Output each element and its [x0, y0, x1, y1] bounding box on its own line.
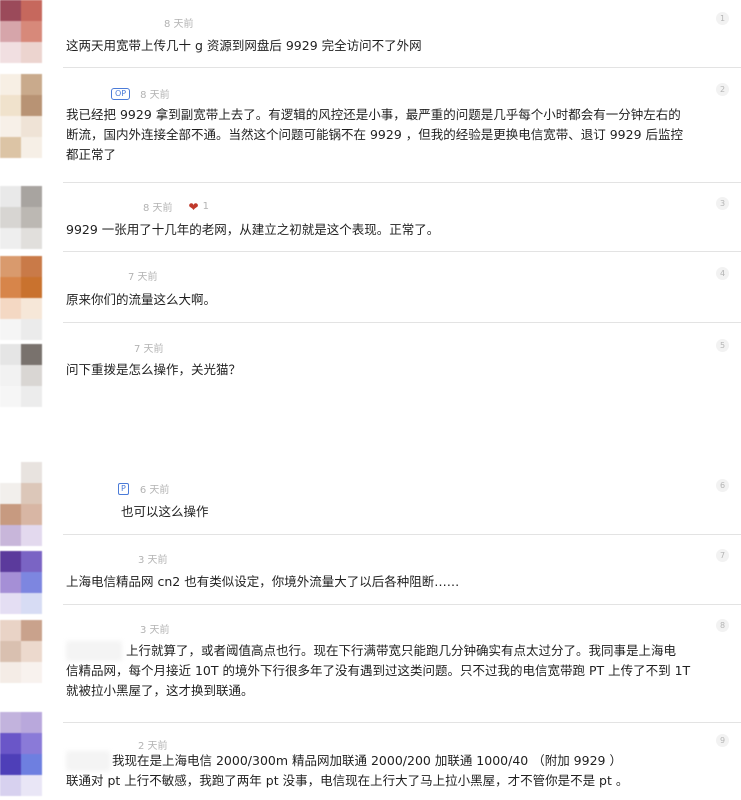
like-count: 1 [202, 201, 209, 212]
reply-item: 7 天前 4 原来你们的流量这么大啊。 [63, 252, 741, 323]
reply-item: 8 天前 1 这两天用宽带上传几十 g 资源到网盘后 9929 完全访问不了外网 [63, 0, 741, 68]
reply-time: 8 天前 [140, 90, 170, 101]
reply-time: 7 天前 [134, 344, 164, 355]
avatar[interactable] [0, 620, 63, 683]
reply-item: P 6 天前 6 也可以这么操作 [63, 470, 741, 535]
reply-content: 也可以这么操作 [121, 504, 209, 519]
op-badge: OP [111, 87, 131, 100]
reply-time: 3 天前 [140, 625, 170, 636]
floor-number: 5 [716, 339, 729, 352]
avatar[interactable] [0, 256, 63, 340]
avatar[interactable] [0, 462, 63, 546]
reply-time: 8 天前 [143, 203, 173, 214]
heart-icon[interactable]: ❤ [189, 201, 199, 213]
avatar[interactable] [0, 712, 63, 800]
avatar[interactable] [0, 0, 63, 63]
avatar[interactable] [0, 551, 63, 614]
reply-item: 8 天前 ❤ 1 3 9929 一张用了十几年的老网，从建立之初就是这个表现。正… [63, 183, 741, 252]
reply-time: 8 天前 [164, 19, 194, 30]
reply-content: 上海电信精品网 cn2 也有类似设定，你境外流量大了以后各种阻断…… [66, 574, 460, 589]
reply-content: 原来你们的流量这么大啊。 [66, 292, 217, 307]
floor-number: 8 [716, 619, 729, 632]
reply-item: OP 8 天前 2 我已经把 9929 拿到副宽带上去了。有逻辑的风控还是小事，… [63, 68, 741, 183]
avatar[interactable] [0, 74, 63, 158]
floor-number: 6 [716, 479, 729, 492]
floor-number: 2 [716, 83, 729, 96]
reply-content: 问下重拨是怎么操作，关光猫？ [66, 362, 242, 377]
avatar[interactable] [0, 186, 63, 249]
floor-number: 9 [716, 734, 729, 747]
reply-content: 我现在是上海电信 2000/300m 精品网加联通 2000/200 加联通 1… [66, 753, 629, 788]
reply-content: 上行就算了，或者阈值高点也行。现在下行满带宽只能跑几分钟确实有点太过分了。我同事… [66, 643, 691, 698]
reply-time: 7 天前 [128, 272, 158, 283]
reply-item: 3 天前 8 上行就算了，或者阈值高点也行。现在下行满带宽只能跑几分钟确实有点太… [63, 605, 741, 723]
floor-number: 1 [716, 12, 729, 25]
avatar[interactable] [0, 344, 63, 407]
reply-time: 2 天前 [138, 741, 168, 752]
reply-content: 我已经把 9929 拿到副宽带上去了。有逻辑的风控还是小事，最严重的问题是几乎每… [66, 107, 684, 162]
reply-content: 这两天用宽带上传几十 g 资源到网盘后 9929 完全访问不了外网 [66, 38, 422, 53]
reply-time: 3 天前 [138, 555, 168, 566]
reply-time: 6 天前 [139, 485, 170, 496]
floor-number: 7 [716, 549, 729, 562]
reply-item: 3 天前 7 上海电信精品网 cn2 也有类似设定，你境外流量大了以后各种阻断…… [63, 535, 741, 605]
reply-item: 7 天前 5 问下重拨是怎么操作，关光猫？ [63, 323, 741, 403]
floor-number: 3 [716, 197, 729, 210]
floor-number: 4 [716, 267, 729, 280]
reply-content: 9929 一张用了十几年的老网，从建立之初就是这个表现。正常了。 [66, 222, 440, 237]
reply-item: 2 天前 9 我现在是上海电信 2000/300m 精品网加联通 2000/20… [63, 723, 741, 800]
p-badge: P [118, 482, 129, 495]
